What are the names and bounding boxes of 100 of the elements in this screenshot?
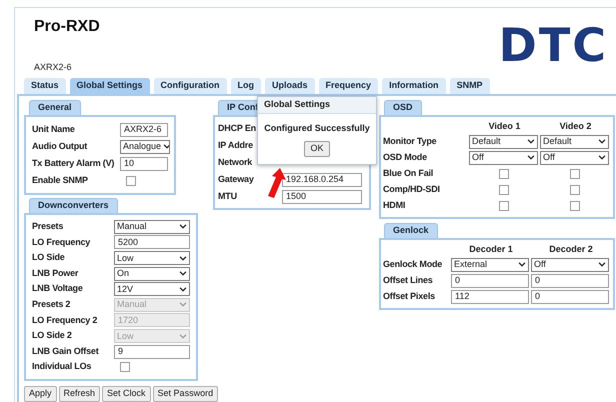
field-label: LNB Gain Offset: [32, 344, 100, 358]
dropdown-value: Off: [543, 153, 555, 162]
input-field[interactable]: 0: [531, 290, 609, 304]
chevron-down-icon: [598, 262, 606, 268]
dropdown[interactable]: On: [114, 266, 190, 281]
field-label: IP Addre: [218, 138, 254, 152]
dropdown[interactable]: Off: [469, 150, 538, 165]
chevron-down-icon: [179, 302, 187, 308]
input-field[interactable]: 0: [531, 274, 609, 288]
tab[interactable]: Configuration: [154, 78, 227, 94]
dropdown[interactable]: Off: [531, 258, 609, 272]
action-button[interactable]: Apply: [24, 386, 57, 402]
tab[interactable]: Global Settings: [70, 78, 150, 94]
dialog-message: Configured Successfully: [263, 122, 371, 136]
dropdown[interactable]: Manual: [114, 220, 190, 234]
dropdown[interactable]: External: [451, 258, 529, 272]
field-label: HDMI: [383, 198, 406, 212]
action-button[interactable]: Refresh: [58, 386, 100, 402]
input-field[interactable]: 0: [451, 274, 529, 288]
field-label: Tx Battery Alarm (V): [32, 156, 116, 170]
input-field[interactable]: 5200: [114, 235, 190, 250]
ok-button[interactable]: OK: [304, 140, 330, 157]
column-header: Video 2: [560, 120, 592, 134]
dropdown-value: Low: [117, 254, 134, 263]
chevron-down-icon: [527, 155, 535, 160]
column-header: Decoder 2: [549, 243, 593, 256]
field-label: LO Frequency: [32, 236, 92, 249]
field-label: LO Frequency 2: [32, 314, 98, 327]
field-label: Individual LOs: [32, 360, 92, 374]
field-label: Audio Output: [32, 140, 88, 153]
field-label: Genlock Mode: [383, 258, 444, 271]
input-field[interactable]: 9: [114, 344, 190, 359]
checkbox[interactable]: [498, 184, 508, 195]
dropdown-value: 12V: [117, 284, 134, 294]
dropdown-value: Off: [534, 260, 546, 270]
checkbox[interactable]: [570, 168, 580, 179]
product-title: Pro-RXD: [34, 18, 100, 36]
action-button[interactable]: Set Clock: [102, 386, 151, 402]
input-field[interactable]: 10: [120, 156, 168, 171]
input-field[interactable]: 112: [451, 290, 529, 304]
tab[interactable]: Information: [382, 78, 446, 94]
field-label: LO Side 2: [32, 329, 73, 342]
field-label: Presets: [32, 220, 64, 234]
dropdown-value: Default: [543, 137, 572, 146]
tab[interactable]: Uploads: [265, 78, 315, 94]
chevron-down-icon: [518, 262, 526, 268]
tab[interactable]: Frequency: [318, 78, 378, 94]
field-label: Network: [218, 156, 254, 169]
unit-name: AXRX2-6: [34, 62, 73, 72]
chevron-down-icon: [163, 144, 169, 150]
chevron-down-icon: [179, 334, 187, 339]
column-header: Video 1: [488, 120, 520, 134]
field-label: Unit Name: [32, 122, 76, 136]
field-label: LNB Voltage: [32, 282, 84, 296]
dropdown-value: Analogue: [123, 142, 162, 152]
action-button[interactable]: Set Password: [152, 386, 218, 402]
chevron-down-icon: [598, 139, 606, 144]
tab[interactable]: SNMP: [450, 78, 490, 94]
dropdown-value: Manual: [117, 222, 147, 232]
chevron-down-icon: [179, 256, 187, 261]
field-label: Presets 2: [32, 298, 72, 312]
field-label: Gateway: [218, 172, 255, 186]
chevron-down-icon: [179, 224, 187, 230]
checkbox[interactable]: [120, 362, 130, 372]
chevron-down-icon: [179, 271, 187, 276]
field-label: Monitor Type: [383, 134, 438, 148]
dropdown[interactable]: Low: [114, 251, 190, 266]
dropdown-value: On: [117, 269, 130, 278]
chevron-down-icon: [527, 139, 535, 144]
field-label: OSD Mode: [383, 150, 428, 164]
checkbox[interactable]: [498, 168, 508, 179]
dropdown[interactable]: Default: [540, 134, 609, 149]
field-label: Offset Lines: [383, 274, 434, 287]
checkbox[interactable]: [126, 176, 136, 186]
input-field[interactable]: 1500: [282, 190, 362, 204]
column-header: Decoder 1: [469, 243, 513, 256]
tab[interactable]: Status: [24, 78, 66, 94]
dropdown-value: Default: [472, 137, 501, 146]
dropdown-value: Low: [117, 332, 134, 341]
field-label: MTU: [218, 190, 238, 203]
field-label: Offset Pixels: [383, 290, 436, 303]
dropdown-value: External: [454, 260, 488, 270]
field-label: Blue On Fail: [383, 166, 434, 180]
dropdown[interactable]: Analogue: [120, 140, 170, 154]
field-label: LNB Power: [32, 266, 80, 280]
dropdown-value: Manual: [117, 300, 147, 310]
company-logo: DTC: [498, 25, 608, 65]
dropdown[interactable]: 12V: [114, 282, 190, 296]
dropdown[interactable]: Off: [540, 150, 609, 165]
checkbox[interactable]: [570, 184, 580, 195]
input-field[interactable]: 192.168.0.254: [282, 172, 362, 187]
checkbox[interactable]: [570, 200, 580, 211]
dropdown-value: Off: [472, 153, 484, 162]
chevron-down-icon: [598, 155, 606, 160]
field-label: Comp/HD-SDI: [383, 182, 441, 196]
dropdown[interactable]: Default: [469, 134, 538, 149]
tab[interactable]: Log: [230, 78, 262, 94]
checkbox[interactable]: [498, 200, 508, 211]
input-field[interactable]: AXRX2-6: [120, 122, 168, 137]
field-label: Enable SNMP: [32, 174, 89, 187]
